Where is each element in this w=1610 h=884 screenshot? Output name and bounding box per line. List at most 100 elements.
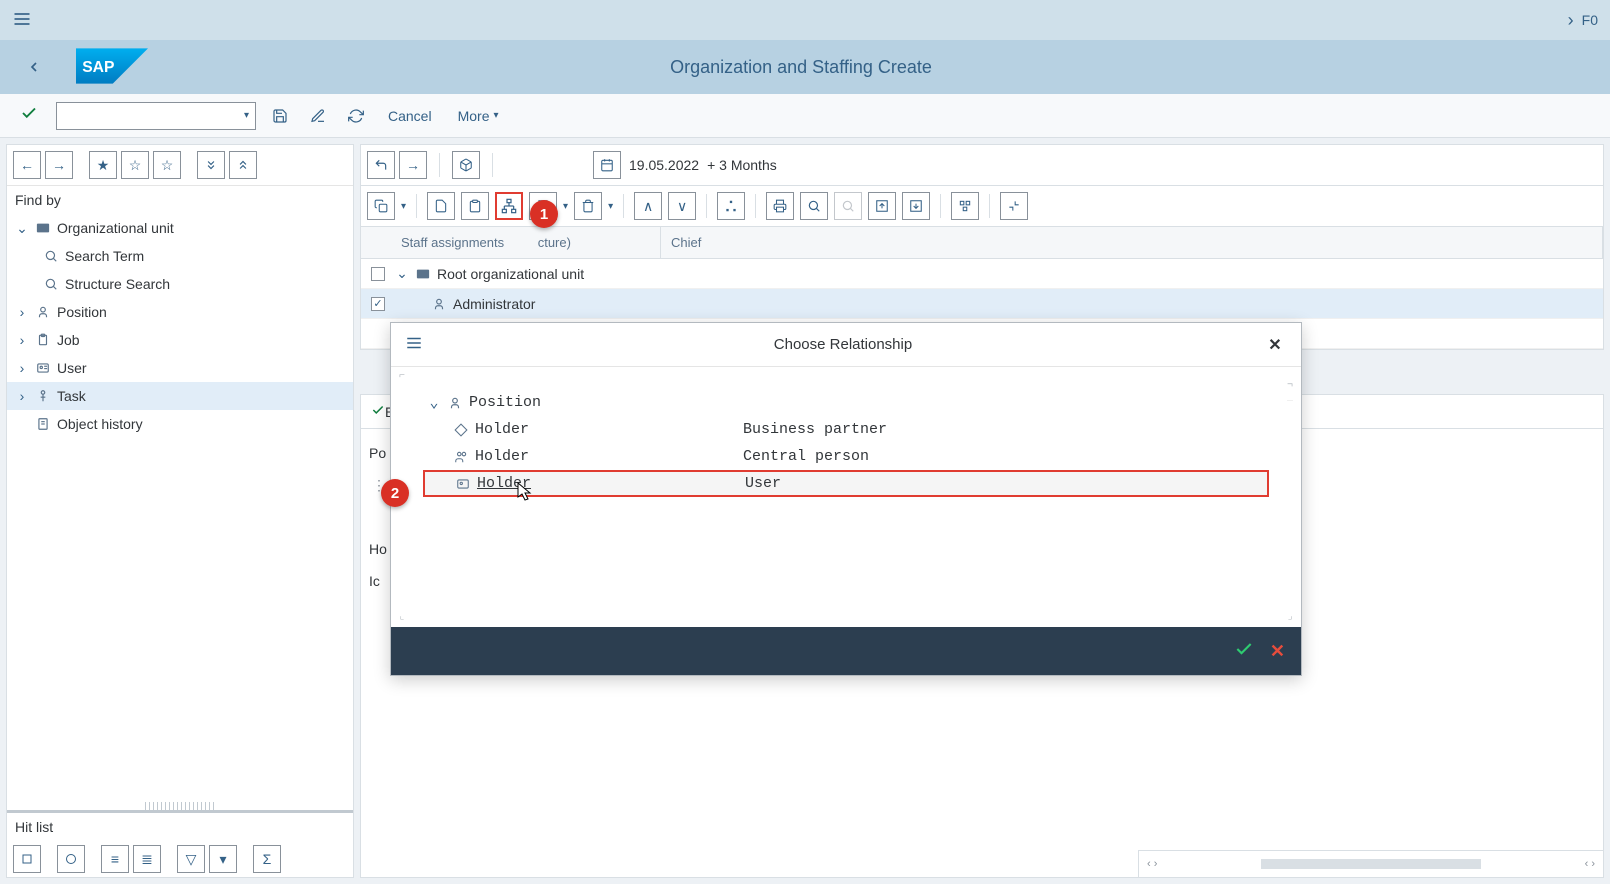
chevron-down-icon[interactable]: ▾ (563, 201, 568, 212)
copy-button[interactable] (367, 192, 395, 220)
new-page-button[interactable] (427, 192, 455, 220)
corner-bracket: ⌟ (1287, 611, 1293, 623)
person-icon (447, 395, 463, 411)
hit-btn-sum[interactable]: Σ (253, 845, 281, 873)
org-icon (35, 220, 51, 236)
hit-btn-filter-menu[interactable]: ▾ (209, 845, 237, 873)
table-row[interactable]: Administrator (361, 289, 1603, 319)
structure-button[interactable] (951, 192, 979, 220)
left-toolbar: ← → ★ ☆ ☆ (7, 145, 353, 186)
topbar: › F0 (0, 0, 1610, 40)
drag-handle[interactable] (145, 802, 214, 810)
delete-button[interactable] (574, 192, 602, 220)
dialog-body: ⌐ ¬ ⌞ ⌟ ⌄ Position Hold (391, 367, 1301, 627)
ok-button[interactable] (1234, 639, 1254, 664)
edit-icon[interactable] (304, 102, 332, 130)
table-header: Staff assignments cture) Chief (360, 227, 1604, 259)
tree-item-task[interactable]: › Task (7, 382, 353, 410)
hit-btn-2[interactable] (57, 845, 85, 873)
nav-forward-button[interactable]: → (45, 151, 73, 179)
hit-list-label: Hit list (7, 810, 353, 841)
back-button[interactable] (16, 49, 52, 85)
dialog-footer: ✕ (391, 627, 1301, 675)
option-type: User (745, 475, 1263, 492)
row-label: Root organizational unit (437, 266, 584, 282)
favorite-remove-button[interactable]: ☆ (153, 151, 181, 179)
find-by-label: Find by (7, 186, 353, 214)
menu-icon[interactable] (12, 9, 32, 32)
chevron-down-icon[interactable]: ▾ (608, 201, 613, 212)
search-next-button[interactable] (834, 192, 862, 220)
dialog-option-user[interactable]: Holder User (423, 470, 1269, 497)
expand-all-button[interactable] (197, 151, 225, 179)
favorite-add-button[interactable]: ★ (89, 151, 117, 179)
right-panel: → 19.05.2022 + 3 Months ▾ ▾ ▾ (360, 144, 1604, 878)
table-row[interactable]: ⌄ Root organizational unit (361, 259, 1603, 289)
menu-icon[interactable] (405, 334, 423, 355)
close-icon[interactable]: ✕ (1263, 333, 1287, 357)
move-down-button[interactable]: ∨ (668, 192, 696, 220)
collapse2-button[interactable] (1000, 192, 1028, 220)
accept-icon[interactable] (12, 104, 46, 127)
hit-btn-1[interactable] (13, 845, 41, 873)
tree-item-position[interactable]: › Position (7, 298, 353, 326)
hierarchy-button[interactable] (717, 192, 745, 220)
dialog-option-central-person[interactable]: Holder Central person (423, 443, 1269, 470)
tree-item-structure-search[interactable]: Structure Search (7, 270, 353, 298)
dialog-root-label: Position (469, 394, 541, 411)
chevron-down-icon[interactable]: ▾ (401, 201, 406, 212)
find-by-tree: ⌄ Organizational unit Search Term Struct… (7, 214, 353, 802)
search-icon (43, 276, 59, 292)
tree-item-user[interactable]: › User (7, 354, 353, 382)
save-icon[interactable] (266, 102, 294, 130)
tree-item-label: Structure Search (65, 276, 170, 292)
redo-button[interactable]: → (399, 151, 427, 179)
annotation-badge-1: 1 (530, 200, 558, 228)
chevron-down-icon: ⌄ (395, 265, 409, 282)
cancel-button[interactable]: Cancel (380, 108, 440, 124)
chevron-right-icon: › (15, 304, 29, 320)
dialog-option-business-partner[interactable]: Holder Business partner (423, 416, 1269, 443)
import-button[interactable] (868, 192, 896, 220)
more-button[interactable]: More ▾ (450, 108, 507, 124)
hit-btn-3[interactable]: ≡ (101, 845, 129, 873)
paste-button[interactable] (461, 192, 489, 220)
search2-button[interactable] (800, 192, 828, 220)
row-checkbox[interactable] (371, 297, 385, 311)
dialog-title: Choose Relationship (423, 336, 1263, 353)
accept-icon[interactable] (371, 401, 385, 422)
row-checkbox[interactable] (371, 267, 385, 281)
person-icon (35, 304, 51, 320)
refresh-icon[interactable] (342, 102, 370, 130)
annotation-badge-2: 2 (381, 479, 409, 507)
nav-back-button[interactable]: ← (13, 151, 41, 179)
cancel-button[interactable]: ✕ (1270, 641, 1285, 662)
export-button[interactable] (902, 192, 930, 220)
tree-item-object-history[interactable]: Object history (7, 410, 353, 438)
option-label: Holder (477, 475, 531, 492)
chevron-down-icon: ▾ (494, 110, 499, 121)
calendar-button[interactable] (593, 151, 621, 179)
action-bar: ▾ Cancel More ▾ (0, 94, 1610, 138)
option-label: Holder (475, 421, 529, 438)
chevron-down-icon: ⌄ (427, 393, 441, 412)
cube-button[interactable] (452, 151, 480, 179)
main: ← → ★ ☆ ☆ Find by ⌄ Organizational unit (0, 138, 1610, 884)
move-up-button[interactable]: ∧ (634, 192, 662, 220)
undo-button[interactable] (367, 151, 395, 179)
hit-btn-filter[interactable]: ▽ (177, 845, 205, 873)
scrollbar-thumb[interactable] (1261, 859, 1481, 869)
hit-btn-4[interactable]: ≣ (133, 845, 161, 873)
scroll-right-icon[interactable]: ‹ › (1585, 858, 1595, 870)
dialog-tree-root[interactable]: ⌄ Position (423, 389, 1269, 416)
tree-item-search-term[interactable]: Search Term (7, 242, 353, 270)
print-button[interactable] (766, 192, 794, 220)
org-chart-button[interactable] (495, 192, 523, 220)
tree-item-org-unit[interactable]: ⌄ Organizational unit (7, 214, 353, 242)
scroll-left-icon[interactable]: ‹ › (1147, 858, 1157, 870)
forward-icon[interactable]: › (1568, 10, 1574, 31)
favorite-button[interactable]: ☆ (121, 151, 149, 179)
tree-item-job[interactable]: › Job (7, 326, 353, 354)
collapse-all-button[interactable] (229, 151, 257, 179)
command-input[interactable]: ▾ (56, 102, 256, 130)
